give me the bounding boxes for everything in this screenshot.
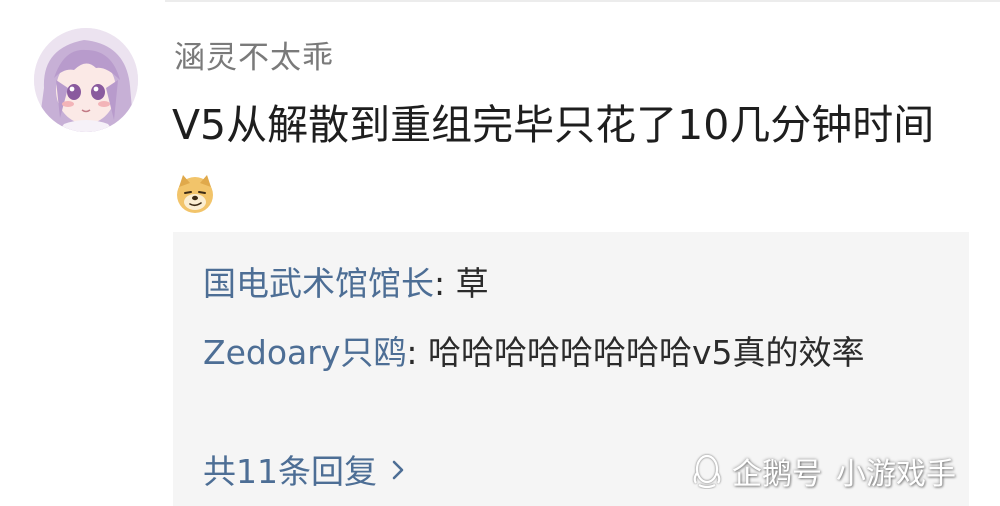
reply-separator: :	[434, 264, 456, 303]
reply-item[interactable]: 国电武术馆馆长: 草	[203, 256, 943, 311]
top-divider	[165, 0, 1000, 2]
comment-page: 涵灵不太乖 V5从解散到重组完毕只花了10几分钟时间 国电武术馆馆长: 草 Ze…	[0, 0, 1000, 506]
watermark: 企鹅号 小游戏手	[690, 446, 956, 496]
comment-body: V5从解散到重组完毕只花了10几分钟时间	[172, 90, 962, 236]
reply-item[interactable]: Zedoary只鸥: 哈哈哈哈哈哈哈哈v5真的效率	[203, 325, 943, 380]
watermark-source: 企鹅号	[732, 457, 822, 492]
more-replies-label: 共11条回复	[203, 452, 377, 491]
reply-text: 哈哈哈哈哈哈哈哈v5真的效率	[427, 333, 865, 372]
reply-author[interactable]: 国电武术馆馆长	[203, 264, 434, 303]
view-more-replies-link[interactable]: 共11条回复	[203, 447, 405, 494]
doge-emoji-icon	[174, 166, 216, 236]
watermark-account: 小游戏手	[836, 457, 956, 492]
reply-separator: :	[406, 333, 428, 372]
reply-author[interactable]: Zedoary只鸥	[203, 333, 406, 372]
penguin-logo-icon	[693, 454, 721, 489]
reply-text: 草	[455, 264, 489, 303]
comment-username[interactable]: 涵灵不太乖	[174, 32, 334, 77]
comment-text: V5从解散到重组完毕只花了10几分钟时间	[172, 101, 935, 149]
avatar[interactable]	[34, 28, 138, 132]
chevron-right-icon	[391, 447, 405, 492]
